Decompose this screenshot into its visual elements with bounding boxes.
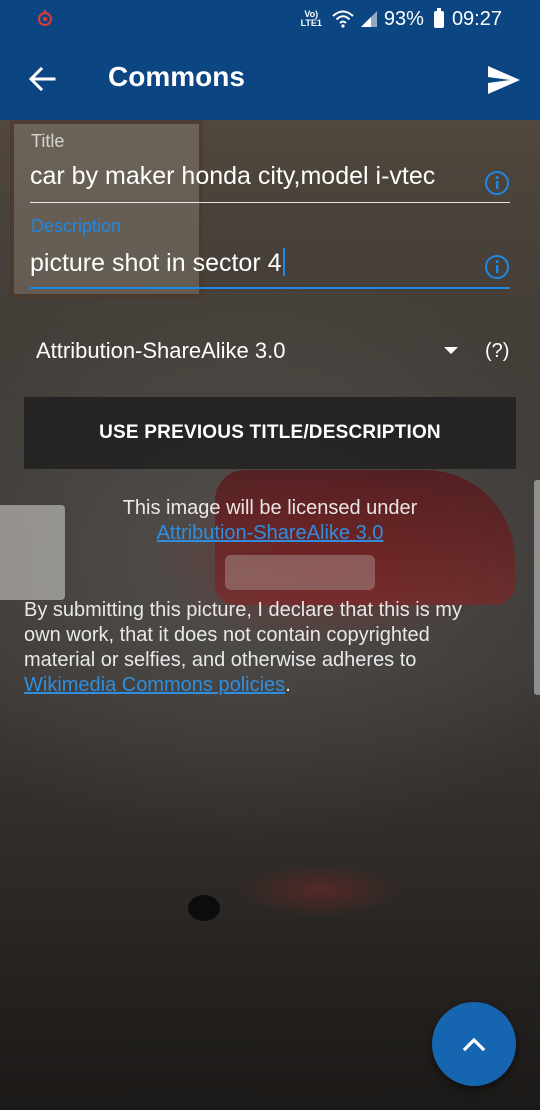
description-label: Description <box>31 216 122 236</box>
volte-icon: Vo) LTE1 <box>300 9 322 28</box>
license-notice-text: This image will be licensed under <box>122 497 418 519</box>
license-selected-value: Attribution-ShareAlike 3.0 <box>36 338 286 363</box>
back-button[interactable] <box>22 59 62 99</box>
commons-policies-link[interactable]: Wikimedia Commons policies <box>24 674 285 696</box>
title-label: Title <box>31 131 65 151</box>
wifi-icon <box>332 10 354 28</box>
description-input[interactable]: picture shot in sector 4 <box>30 248 470 288</box>
send-button[interactable] <box>482 58 526 102</box>
license-dropdown[interactable]: Attribution-ShareAlike 3.0 <box>36 333 466 369</box>
send-icon <box>488 66 520 94</box>
license-link[interactable]: Attribution-ShareAlike 3.0 <box>157 522 384 544</box>
description-value: picture shot in sector 4 <box>30 249 282 277</box>
declaration-suffix: . <box>285 674 291 696</box>
arrow-back-icon <box>28 66 56 92</box>
status-time: 09:27 <box>451 7 502 30</box>
description-info-icon[interactable] <box>484 254 510 280</box>
license-help-link[interactable]: (?) <box>485 340 509 363</box>
collapse-fab[interactable] <box>432 1002 516 1086</box>
app-title: Commons <box>108 61 245 92</box>
battery-icon <box>433 7 444 28</box>
declaration-text: By submitting this picture, I declare th… <box>24 598 504 698</box>
license-notice: This image will be licensed under Attrib… <box>0 496 540 546</box>
title-input[interactable]: car by maker honda city,model i-vtec <box>30 162 470 202</box>
signal-icon <box>360 11 377 27</box>
upload-details-screen: Vo) LTE1 93% 09:27 Commons Title car by … <box>0 0 540 1110</box>
status-icons: Vo) LTE1 93% 09:27 <box>301 0 502 38</box>
text-cursor <box>282 248 285 276</box>
declaration-body: By submitting this picture, I declare th… <box>24 599 462 671</box>
title-underline <box>30 202 510 203</box>
dropdown-arrow-icon <box>444 347 458 354</box>
title-info-icon[interactable] <box>484 170 510 196</box>
use-previous-button[interactable]: USE PREVIOUS TITLE/DESCRIPTION <box>24 397 516 469</box>
description-underline <box>30 287 510 289</box>
status-bar: Vo) LTE1 93% 09:27 <box>0 0 540 38</box>
battery-percent: 93% <box>383 7 424 30</box>
chevron-up-icon <box>462 1037 486 1052</box>
app-bar: Commons <box>0 38 540 120</box>
scroll-indicator[interactable] <box>534 480 540 695</box>
app-notification-icon <box>38 10 52 26</box>
